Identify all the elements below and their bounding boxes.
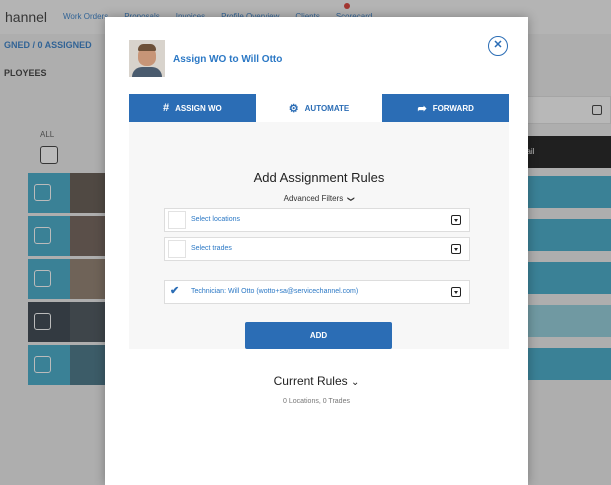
tab-assign-wo[interactable]: # ASSIGN WO	[129, 94, 256, 122]
modal-tabs: # ASSIGN WO ⚙ AUTOMATE ➦ FORWARD	[129, 94, 510, 122]
technician-value: Technician: Will Otto (wotto+sa@servicec…	[191, 288, 359, 295]
close-icon[interactable]: ✕	[488, 36, 508, 56]
dropdown-icon	[451, 244, 461, 254]
trades-select[interactable]: Select trades	[164, 237, 470, 261]
current-rules-summary: 0 Locations, 0 Trades	[283, 398, 350, 405]
hash-icon: #	[162, 102, 170, 114]
assign-wo-modal: Assign WO to Will Otto ✕ # ASSIGN WO ⚙ A…	[105, 17, 528, 485]
forward-arrow-icon: ➦	[417, 102, 427, 115]
technician-select[interactable]: ✔ Technician: Will Otto (wotto+sa@servic…	[164, 280, 470, 304]
tab-label: AUTOMATE	[304, 103, 350, 113]
locations-placeholder: Select locations	[191, 216, 241, 223]
dropdown-icon	[451, 287, 461, 297]
trades-placeholder: Select trades	[191, 245, 232, 252]
chevron-down-icon: ⌄	[350, 377, 360, 388]
trades-checkbox[interactable]	[168, 240, 186, 258]
locations-checkbox[interactable]	[168, 211, 186, 229]
chevron-down-icon: ❯	[347, 196, 355, 202]
tab-label: ASSIGN WO	[175, 103, 222, 113]
current-rules-toggle[interactable]: Current Rules ⌄	[105, 374, 528, 388]
automate-panel: Add Assignment Rules Advanced Filters ❯ …	[129, 122, 509, 349]
tab-label: FORWARD	[432, 103, 474, 113]
checkmark-icon: ✔	[170, 285, 180, 297]
advanced-filters-toggle[interactable]: Advanced Filters ❯	[129, 194, 509, 203]
dropdown-icon	[451, 215, 461, 225]
gears-icon: ⚙	[288, 102, 299, 115]
modal-title: Assign WO to Will Otto	[173, 54, 283, 65]
add-rules-heading: Add Assignment Rules	[253, 170, 385, 185]
add-button[interactable]: ADD	[245, 322, 392, 349]
tab-forward[interactable]: ➦ FORWARD	[382, 94, 510, 122]
tab-automate[interactable]: ⚙ AUTOMATE	[255, 94, 383, 122]
avatar	[129, 40, 165, 77]
locations-select[interactable]: Select locations	[164, 208, 470, 232]
